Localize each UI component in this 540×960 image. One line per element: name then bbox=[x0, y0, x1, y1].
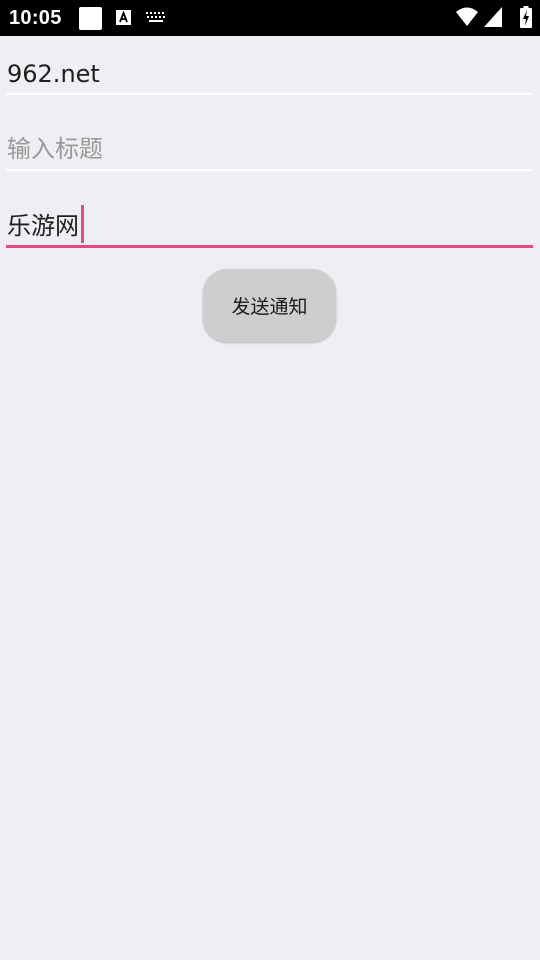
square-icon bbox=[79, 7, 102, 30]
text-a-icon bbox=[116, 10, 131, 25]
status-time: 10:05 bbox=[9, 7, 62, 29]
content-field-underline bbox=[6, 245, 533, 248]
signal-icon bbox=[484, 7, 502, 27]
title-field[interactable]: 输入标题 bbox=[6, 132, 533, 174]
url-field-value: 962.net bbox=[7, 60, 100, 88]
title-field-placeholder: 输入标题 bbox=[7, 135, 103, 163]
url-field[interactable]: 962.net bbox=[6, 56, 533, 98]
send-notification-button[interactable]: 发送通知 bbox=[203, 269, 336, 342]
title-field-underline bbox=[6, 169, 533, 171]
url-field-underline bbox=[6, 93, 533, 95]
status-bar: 10:05 bbox=[0, 0, 540, 36]
battery-charging-icon bbox=[520, 6, 532, 28]
send-notification-label: 发送通知 bbox=[231, 296, 308, 318]
keyboard-icon bbox=[146, 12, 166, 23]
text-cursor bbox=[81, 205, 84, 243]
content-field-text: 乐游网 bbox=[7, 205, 84, 246]
wifi-icon bbox=[456, 7, 478, 27]
content-field[interactable]: 乐游网 bbox=[6, 205, 533, 250]
content-field-value: 乐游网 bbox=[7, 212, 79, 240]
